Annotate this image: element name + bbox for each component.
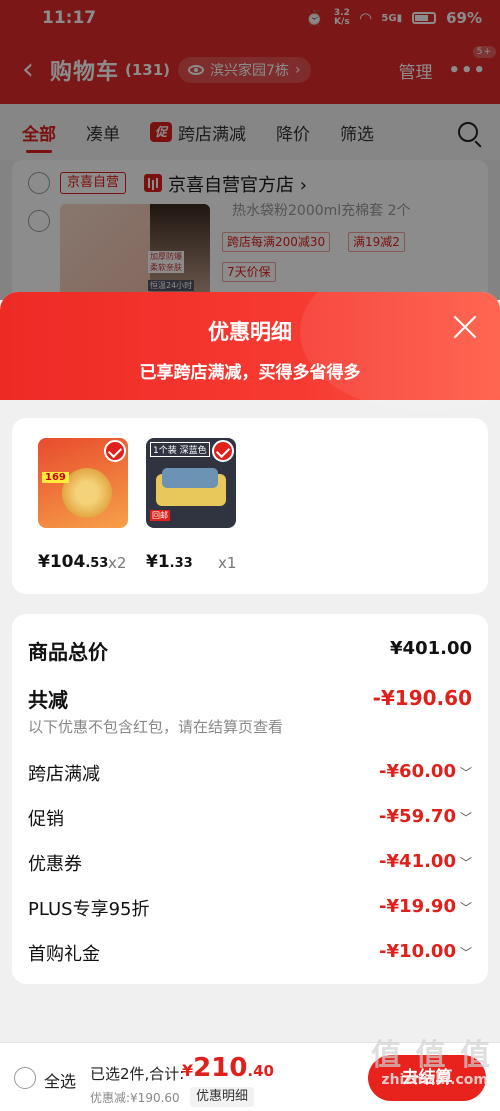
discount-row-label: PLUS专享95折 xyxy=(28,899,150,920)
modal-backdrop[interactable] xyxy=(0,0,500,300)
chevron-down-icon: ﹀ xyxy=(459,856,472,870)
discount-summary: 优惠减:¥190.60 xyxy=(90,1091,180,1105)
price-summary-card: 商品总价 ¥401.00 共减 -¥190.60 以下优惠不包含红包，请在结算页… xyxy=(12,614,488,984)
discount-row-value[interactable]: -¥41.00 ﹀ xyxy=(379,851,472,872)
header-decoration xyxy=(300,292,500,412)
thumb-promo-tag: 回邮 xyxy=(150,510,170,521)
discount-row-label: 促销 xyxy=(28,809,64,830)
item-thumbnail[interactable]: 1个装 深蓝色 回邮 xyxy=(146,438,236,528)
discount-note: 以下优惠不包含红包，请在结算页查看 xyxy=(28,718,284,736)
discount-row-value[interactable]: -¥19.90 ﹀ xyxy=(379,896,472,917)
select-all-radio[interactable] xyxy=(14,1067,36,1089)
product-graphic xyxy=(62,468,112,518)
discount-row-value[interactable]: -¥60.00 ﹀ xyxy=(379,761,472,782)
item-price: ¥104.53 xyxy=(38,552,109,572)
item-quantity: x2 xyxy=(108,554,127,572)
sheet-subtitle: 已享跨店满减，买得多省得多 xyxy=(139,363,361,383)
total-amount: ¥210.40 xyxy=(182,1053,274,1083)
check-icon xyxy=(104,440,126,462)
discount-row-value[interactable]: -¥59.70 ﹀ xyxy=(379,806,472,827)
discount-row-label: 优惠券 xyxy=(28,854,82,875)
close-icon[interactable] xyxy=(452,314,478,340)
sheet-header: 优惠明细 已享跨店满减，买得多省得多 xyxy=(0,292,500,412)
discount-label: 共减 xyxy=(28,688,68,712)
selected-items-card: 169 1个装 深蓝色 回邮 ¥104.53 x2 ¥1.33 x1 xyxy=(12,418,488,594)
selected-summary: 已选2件,合计: xyxy=(90,1065,185,1083)
chevron-down-icon: ﹀ xyxy=(459,946,472,960)
sheet-title: 优惠明细 xyxy=(208,320,292,344)
total-price-label: 商品总价 xyxy=(28,640,108,664)
check-icon xyxy=(212,440,234,462)
item-quantity: x1 xyxy=(218,554,237,572)
discount-value: -¥190.60 xyxy=(372,686,472,710)
item-thumbnail[interactable]: 169 xyxy=(38,438,128,528)
thumb-tag: 1个装 深蓝色 xyxy=(150,442,210,457)
discount-row-value[interactable]: -¥10.00 ﹀ xyxy=(379,941,472,962)
select-all-label[interactable]: 全选 xyxy=(44,1068,76,1092)
chevron-down-icon: ﹀ xyxy=(459,901,472,915)
chevron-down-icon: ﹀ xyxy=(459,811,472,825)
discount-detail-button[interactable]: 优惠明细 xyxy=(190,1087,255,1107)
discount-detail-sheet: 优惠明细 已享跨店满减，买得多省得多 169 1个装 深蓝色 回邮 ¥104.5… xyxy=(0,292,500,1111)
watermark-url: zhizhizhi.com xyxy=(381,1072,488,1088)
thumb-price-tag: 169 xyxy=(42,472,69,483)
discount-row-label: 跨店满减 xyxy=(28,764,100,785)
chevron-down-icon: ﹀ xyxy=(459,766,472,780)
watermark-logo: 值 值 值 xyxy=(371,1038,492,1073)
product-graphic xyxy=(162,468,218,488)
item-price: ¥1.33 xyxy=(146,552,193,572)
discount-row-label: 首购礼金 xyxy=(28,944,100,965)
total-price-value: ¥401.00 xyxy=(390,638,472,659)
